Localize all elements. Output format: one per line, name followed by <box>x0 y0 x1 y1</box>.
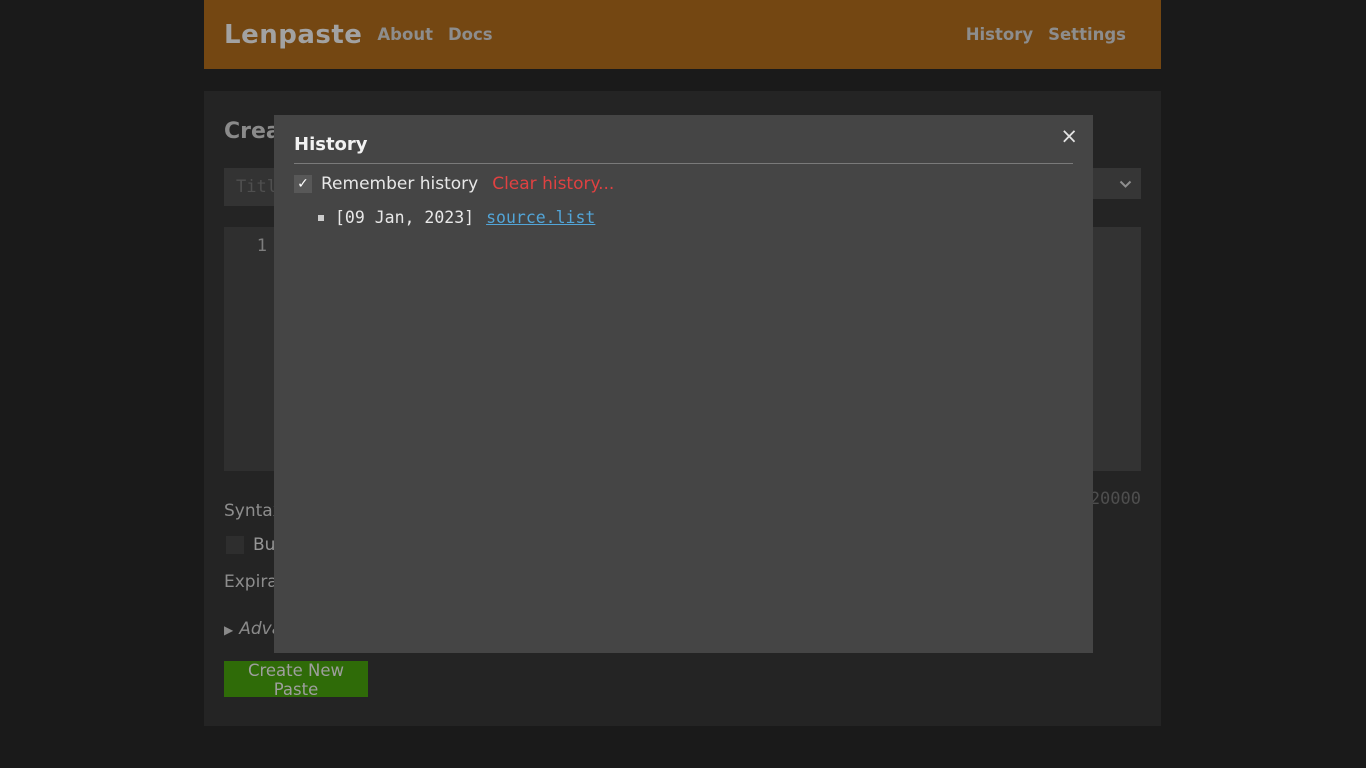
modal-title: History <box>294 135 1073 154</box>
history-list: [09 Jan, 2023] source.list <box>294 208 1073 227</box>
header: Lenpaste About Docs History Settings <box>204 0 1161 69</box>
list-item: [09 Jan, 2023] source.list <box>294 208 1073 227</box>
chevron-down-icon <box>1119 174 1132 193</box>
logo-lenpaste[interactable]: Lenpaste <box>224 20 362 50</box>
nav-docs[interactable]: Docs <box>448 25 493 44</box>
history-modal: History × ✓ Remember history Clear histo… <box>274 115 1093 653</box>
remember-history-row: ✓ Remember history Clear history... <box>294 174 1073 194</box>
page: Lenpaste About Docs History Settings Cre… <box>0 0 1366 768</box>
create-new-paste-button[interactable]: Create New Paste <box>224 661 368 697</box>
history-entry-link[interactable]: source.list <box>486 208 595 227</box>
nav-history[interactable]: History <box>966 25 1033 44</box>
bullet-icon <box>318 215 324 221</box>
modal-divider <box>294 163 1073 164</box>
history-entry-date: [09 Jan, 2023] <box>335 208 474 227</box>
remember-history-label: Remember history <box>321 174 478 194</box>
editor-line-numbers: 1 <box>224 227 274 471</box>
burn-checkbox[interactable] <box>226 536 244 554</box>
close-icon[interactable]: × <box>1060 126 1078 147</box>
char-counter: 20000 <box>1090 489 1141 509</box>
clear-history-link[interactable]: Clear history... <box>492 174 614 194</box>
nav-settings[interactable]: Settings <box>1048 25 1126 44</box>
remember-history-checkbox[interactable]: ✓ <box>294 175 312 193</box>
details-arrow-icon: ▶ <box>224 623 233 637</box>
nav-about[interactable]: About <box>377 25 433 44</box>
